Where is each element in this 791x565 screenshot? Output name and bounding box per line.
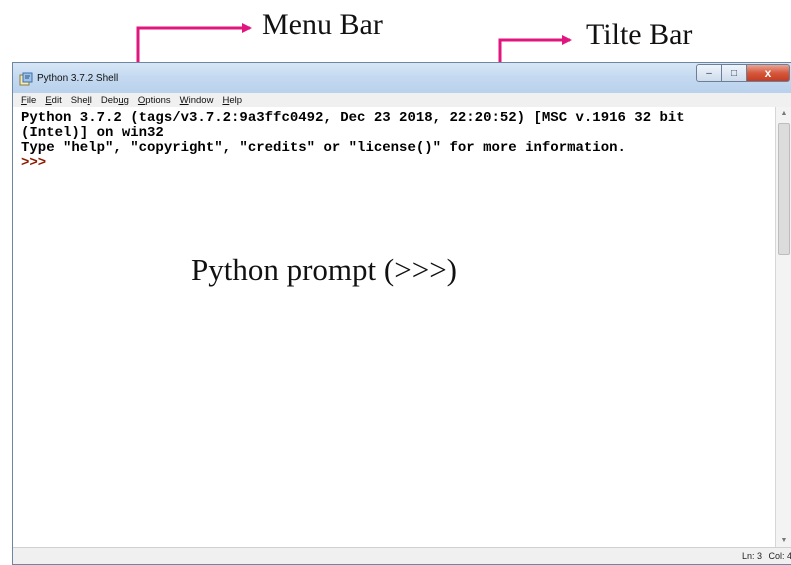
menu-window[interactable]: Window [180, 95, 214, 106]
idle-shell-window: Python 3.7.2 Shell – □ x File Edit Shell… [12, 62, 791, 565]
banner-line-2: (Intel)] on win32 [21, 125, 164, 141]
menu-options[interactable]: Options [138, 95, 171, 106]
python-prompt: >>> [21, 155, 47, 171]
window-title: Python 3.7.2 Shell [37, 73, 119, 84]
menu-file[interactable]: File [21, 95, 36, 106]
menu-shell[interactable]: Shell [71, 95, 92, 106]
title-bar-annotation: Tilte Bar [586, 18, 693, 51]
menu-edit[interactable]: Edit [45, 95, 61, 106]
banner-line-1: Python 3.7.2 (tags/v3.7.2:9a3ffc0492, De… [21, 110, 685, 126]
prompt-annotation: Python prompt (>>>) [191, 252, 457, 287]
status-column-number: Col: 4 [768, 551, 791, 561]
scroll-up-icon[interactable]: ▲ [776, 107, 791, 121]
title-bar[interactable]: Python 3.7.2 Shell – □ x [13, 63, 791, 93]
banner-line-3: Type "help", "copyright", "credits" or "… [21, 140, 626, 156]
close-button[interactable]: x [747, 64, 790, 82]
scroll-thumb[interactable] [778, 123, 790, 255]
shell-text-area[interactable]: Python 3.7.2 (tags/v3.7.2:9a3ffc0492, De… [13, 107, 776, 548]
minimize-button[interactable]: – [696, 64, 722, 82]
maximize-icon: □ [730, 67, 738, 79]
vertical-scrollbar[interactable]: ▲ ▼ [775, 107, 791, 548]
status-bar: Ln: 3 Col: 4 [13, 547, 791, 564]
status-line-number: Ln: 3 [741, 551, 762, 561]
menu-bar-annotation: Menu Bar [262, 8, 383, 41]
minimize-icon: – [706, 67, 712, 79]
maximize-button[interactable]: □ [722, 64, 747, 82]
menu-debug[interactable]: Debug [101, 95, 129, 106]
close-icon: x [764, 66, 772, 80]
scroll-down-icon[interactable]: ▼ [776, 534, 791, 548]
idle-icon [19, 72, 33, 86]
window-controls: – □ x [696, 64, 790, 84]
menu-bar: File Edit Shell Debug Options Window Hel… [13, 93, 791, 107]
menu-help[interactable]: Help [222, 95, 242, 106]
